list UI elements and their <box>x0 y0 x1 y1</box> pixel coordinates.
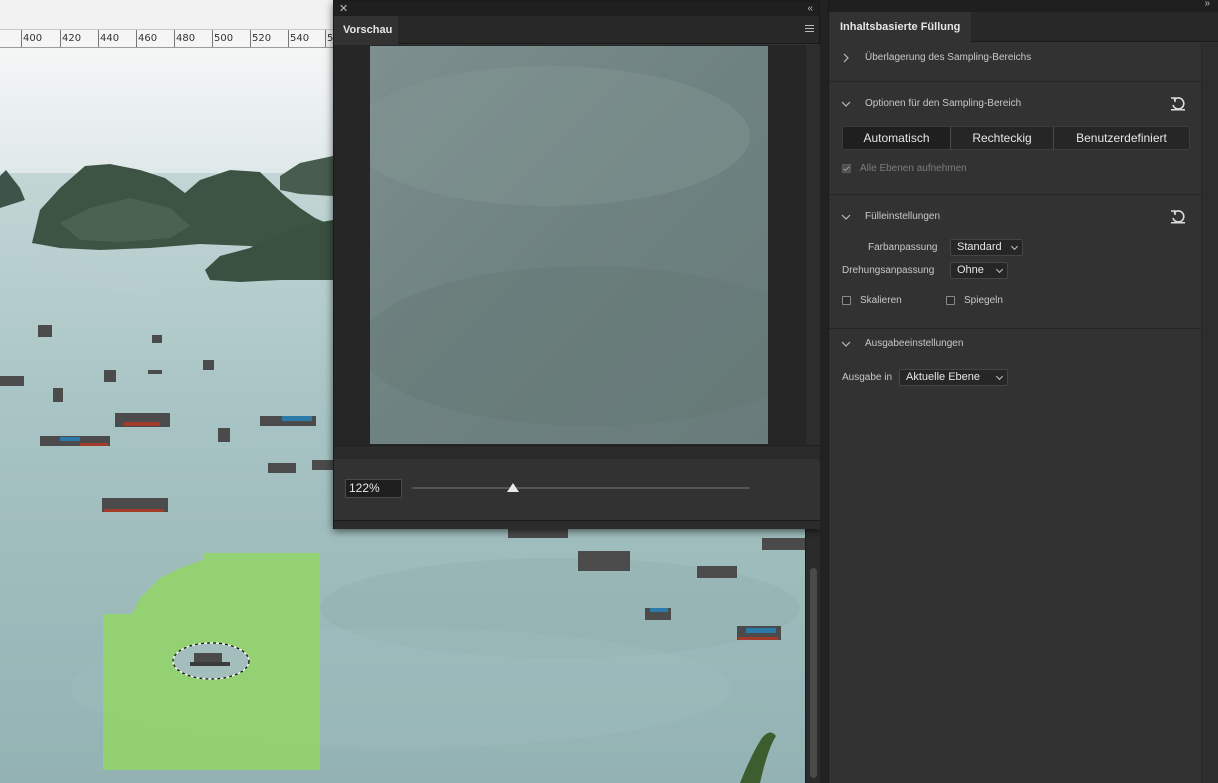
expand-arrows-icon[interactable]: » <box>1204 0 1210 9</box>
mirror-label: Spiegeln <box>964 295 1003 306</box>
ruler-tick <box>325 30 326 47</box>
reset-icon[interactable] <box>1169 94 1187 112</box>
zoom-slider-track[interactable] <box>412 487 750 489</box>
section-divider <box>829 81 1201 82</box>
ruler-label: 420 <box>62 33 82 44</box>
output-to-dropdown[interactable]: Aktuelle Ebene <box>899 369 1008 386</box>
output-to-label: Ausgabe in <box>842 372 893 383</box>
close-icon[interactable]: ✕ <box>339 2 348 16</box>
horizontal-ruler: 400 420 440 460 480 500 520 540 5 <box>0 30 333 48</box>
section-sampling-label: Optionen für den Sampling-Bereich <box>865 98 1022 109</box>
preview-zoom-bar: 122% <box>334 460 820 520</box>
panel-vertical-scrollbar[interactable] <box>1201 43 1218 783</box>
preview-vertical-scrollbar[interactable] <box>806 45 820 445</box>
zoom-slider-thumb[interactable] <box>507 483 520 492</box>
chevron-down-icon <box>995 372 1004 381</box>
ruler-tick <box>60 30 61 47</box>
panel-divider[interactable] <box>820 0 828 783</box>
color-adaptation-label: Farbanpassung <box>868 242 938 253</box>
sampling-mode-segmented-control: Automatisch Rechteckig Benutzerdefiniert <box>842 126 1190 150</box>
sampling-mode-custom-button[interactable]: Benutzerdefiniert <box>1054 127 1189 149</box>
panel-content: Überlagerung des Sampling-Bereichs Optio… <box>829 43 1201 783</box>
rotation-adaptation-label: Drehungsanpassung <box>842 265 935 276</box>
chevron-down-icon <box>995 265 1004 274</box>
sampling-mode-rectangular-button[interactable]: Rechteckig <box>951 127 1054 149</box>
ruler-tick <box>21 30 22 47</box>
preview-water-image <box>370 46 768 444</box>
all-layers-checkbox[interactable] <box>842 164 851 173</box>
ruler-tick <box>288 30 289 47</box>
preview-image[interactable] <box>370 46 768 444</box>
ruler-label: 440 <box>100 33 120 44</box>
ruler-tick <box>174 30 175 47</box>
chevron-down-icon <box>841 101 851 107</box>
reset-icon[interactable] <box>1169 207 1187 225</box>
tab-preview[interactable]: Vorschau <box>334 16 398 44</box>
ruler-label: 520 <box>252 33 272 44</box>
preview-panel-titlebar[interactable]: ✕ « <box>334 2 819 16</box>
preview-stage <box>334 45 806 445</box>
sampling-mode-automatic-button[interactable]: Automatisch <box>843 127 951 149</box>
content-aware-fill-panel: » Inhaltsbasierte Füllung Überlagerung d… <box>828 0 1218 783</box>
ruler-tick <box>212 30 213 47</box>
color-adaptation-dropdown[interactable]: Standard <box>950 239 1023 256</box>
panel-menu-icon[interactable] <box>805 25 814 34</box>
ruler-label: 460 <box>138 33 158 44</box>
panel-titlebar[interactable]: » <box>829 0 1218 12</box>
chevron-down-icon <box>1010 242 1019 251</box>
zoom-input[interactable]: 122% <box>345 479 402 498</box>
color-adaptation-value: Standard <box>957 241 1002 253</box>
section-fill-header[interactable]: Fülleinstellungen <box>829 207 1201 229</box>
collapse-arrows-icon[interactable]: « <box>807 2 813 16</box>
preview-panel: ✕ « Vorschau 122% <box>333 1 820 529</box>
rotation-adaptation-dropdown[interactable]: Ohne <box>950 262 1008 279</box>
ruler-tick <box>136 30 137 47</box>
all-layers-label: Alle Ebenen aufnehmen <box>860 163 967 174</box>
tab-content-aware-fill[interactable]: Inhaltsbasierte Füllung <box>829 12 972 42</box>
ruler-tick <box>250 30 251 47</box>
section-output-header[interactable]: Ausgabeeinstellungen <box>829 334 1201 356</box>
section-output-label: Ausgabeeinstellungen <box>865 338 964 349</box>
section-sampling-header[interactable]: Optionen für den Sampling-Bereich <box>829 94 1201 116</box>
section-divider <box>829 328 1201 329</box>
scale-label: Skalieren <box>860 295 902 306</box>
ruler-label: 480 <box>176 33 196 44</box>
mirror-checkbox[interactable] <box>946 296 955 305</box>
section-divider <box>829 194 1201 195</box>
preview-horizontal-scrollbar[interactable] <box>334 445 820 459</box>
output-to-value: Aktuelle Ebene <box>906 371 980 383</box>
chevron-right-icon <box>843 53 849 63</box>
chevron-down-icon <box>841 341 851 347</box>
preview-panel-footer <box>334 520 820 529</box>
chevron-down-icon <box>841 214 851 220</box>
section-overlay-header[interactable]: Überlagerung des Sampling-Bereichs <box>829 48 1201 70</box>
rotation-adaptation-value: Ohne <box>957 264 984 276</box>
ruler-label: 400 <box>23 33 43 44</box>
preview-tab-bar: Vorschau <box>334 16 819 44</box>
ruler-tick <box>98 30 99 47</box>
section-fill-label: Fülleinstellungen <box>865 211 941 222</box>
ruler-label: 500 <box>214 33 234 44</box>
app-window: 400 420 440 460 480 500 520 540 5 ✕ « Vo… <box>0 0 1218 783</box>
scale-checkbox[interactable] <box>842 296 851 305</box>
section-overlay-label: Überlagerung des Sampling-Bereichs <box>865 52 1032 63</box>
canvas-scroll-thumb[interactable] <box>810 568 817 778</box>
ruler-label: 540 <box>290 33 310 44</box>
document-tab-strip <box>0 0 333 30</box>
panel-tab-bar: Inhaltsbasierte Füllung <box>829 12 1218 42</box>
